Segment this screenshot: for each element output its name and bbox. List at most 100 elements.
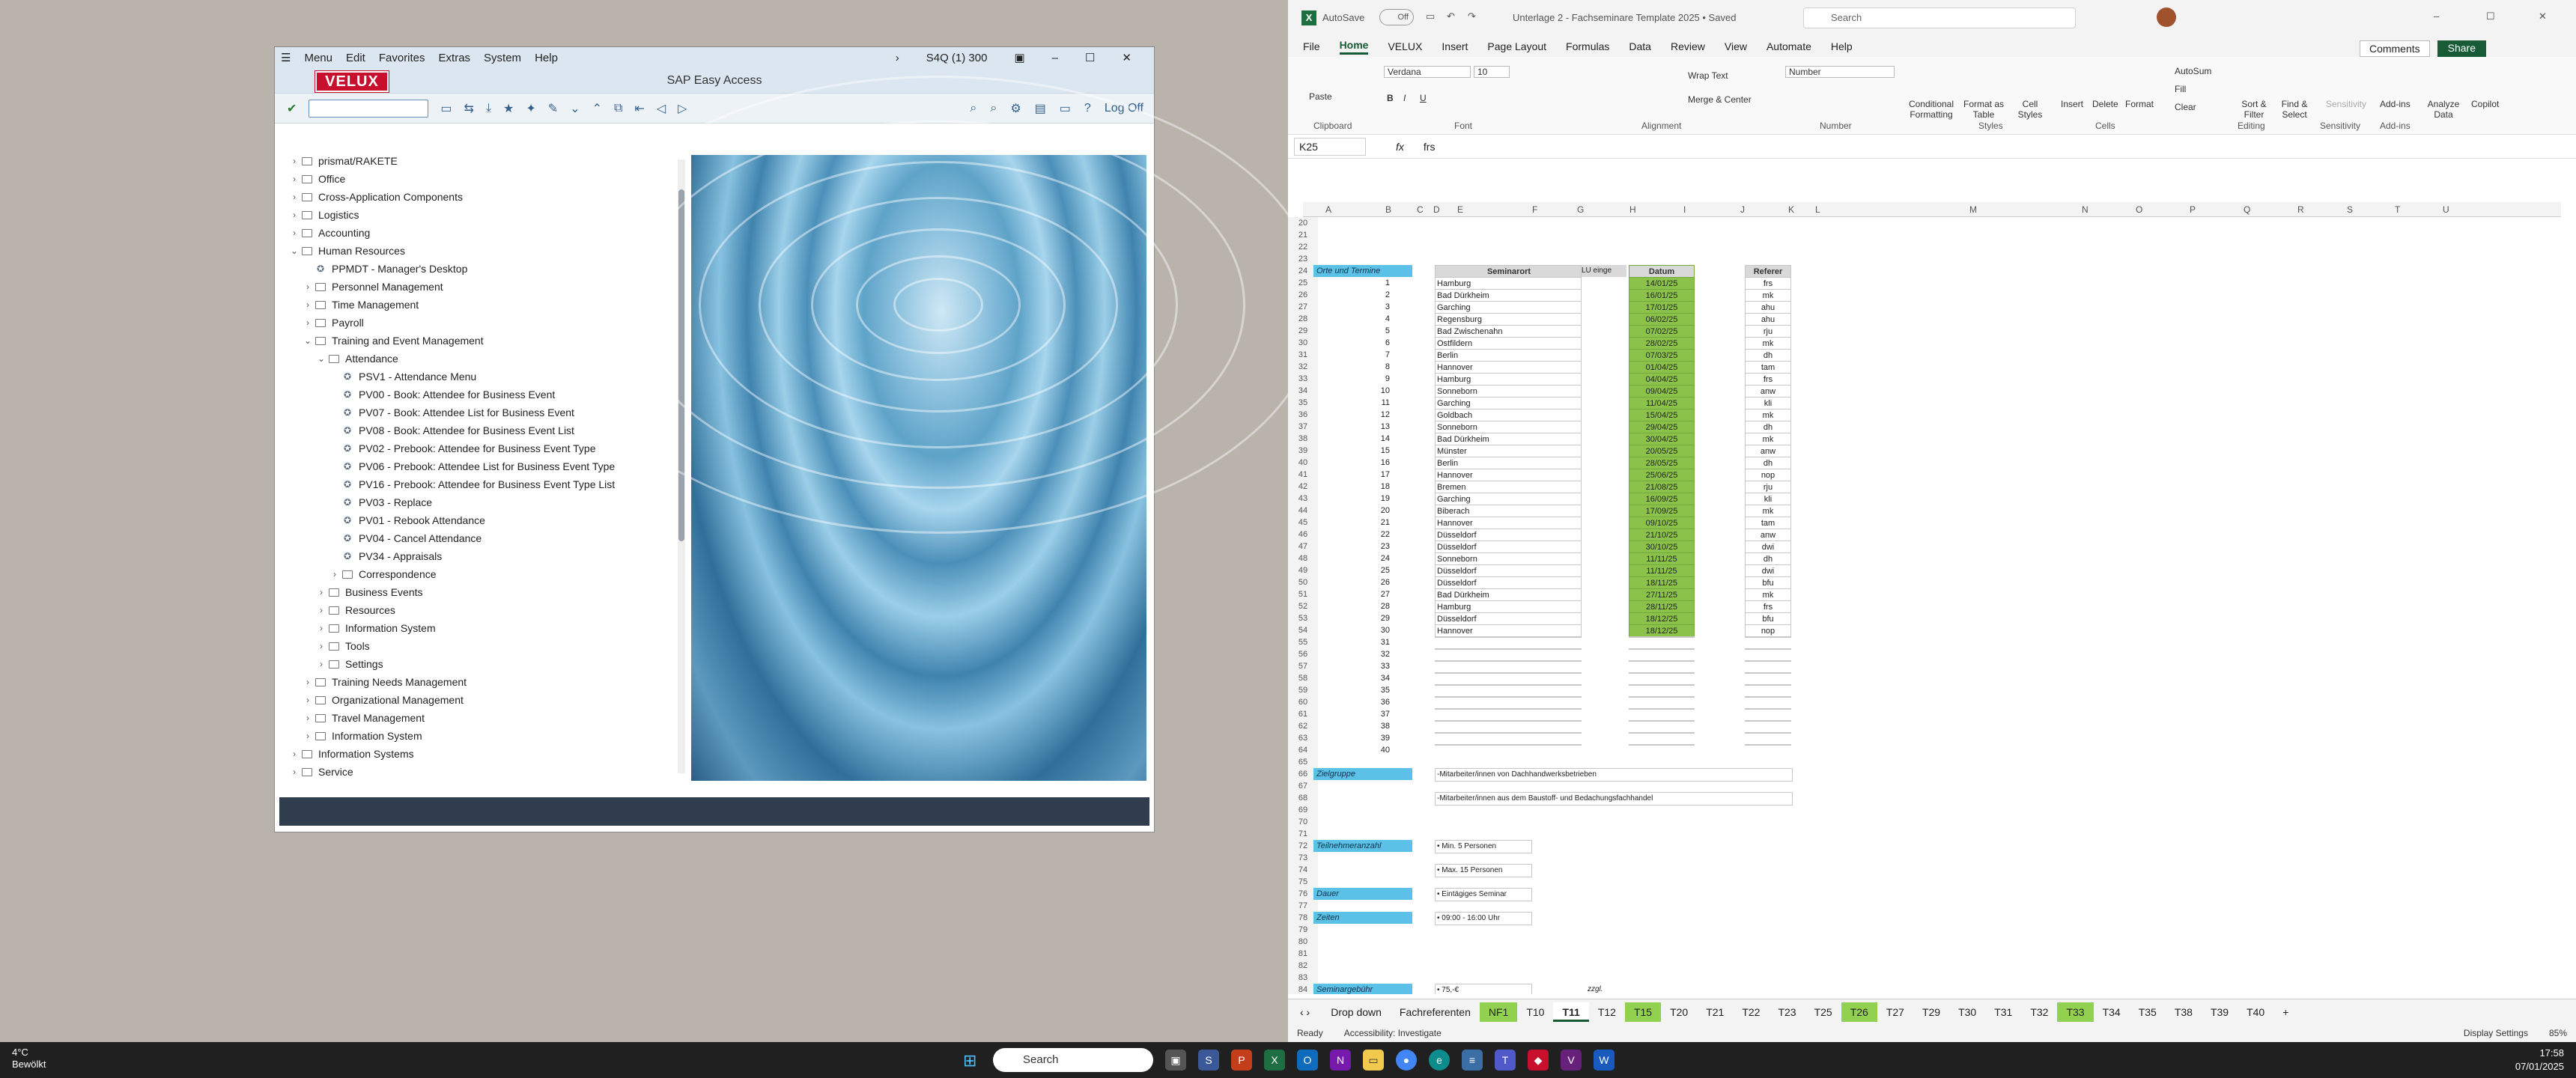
save-icon[interactable]: ▭ bbox=[1426, 10, 1435, 22]
sheet-tab[interactable]: T38 bbox=[2166, 1002, 2202, 1022]
row-number[interactable]: 83 bbox=[1288, 972, 1318, 984]
seminar-number[interactable]: 25 bbox=[1363, 564, 1390, 576]
row-number[interactable]: 21 bbox=[1288, 229, 1318, 241]
row-number[interactable]: 37 bbox=[1288, 421, 1318, 433]
menu-help[interactable]: Help bbox=[535, 52, 558, 64]
expand-arrow-icon[interactable]: › bbox=[288, 767, 300, 777]
row-number[interactable]: 29 bbox=[1288, 325, 1318, 337]
section-label[interactable]: Zielgruppe bbox=[1313, 768, 1412, 780]
expand-arrow-icon[interactable]: › bbox=[302, 713, 314, 723]
row-number[interactable]: 28 bbox=[1288, 313, 1318, 325]
text-cell[interactable]: • 75,-€ bbox=[1435, 984, 1532, 994]
referent-cell[interactable] bbox=[1745, 732, 1791, 734]
row-number[interactable]: 55 bbox=[1288, 636, 1318, 648]
document-title[interactable]: Unterlage 2 - Fachseminare Template 2025… bbox=[1513, 12, 1736, 23]
sheet-tab[interactable]: T40 bbox=[2238, 1002, 2273, 1022]
tree-node[interactable]: ✪ PV16 - Prebook: Attendee for Business E… bbox=[275, 475, 685, 493]
sheet-nav-icon[interactable]: ‹ › bbox=[1288, 1006, 1322, 1018]
expand-arrow-icon[interactable]: ⌄ bbox=[288, 246, 300, 256]
formula-input[interactable]: frs bbox=[1424, 141, 1436, 153]
minimize-icon[interactable]: – bbox=[1052, 52, 1058, 64]
seminar-number[interactable]: 13 bbox=[1363, 421, 1390, 433]
tree-node[interactable]: › Service bbox=[275, 763, 685, 781]
chevron-right-icon[interactable]: › bbox=[896, 52, 899, 64]
datum-cell[interactable] bbox=[1629, 672, 1695, 674]
back-icon[interactable]: ⇆ bbox=[464, 101, 474, 116]
visual-studio-icon[interactable]: V bbox=[1561, 1050, 1582, 1071]
row-number[interactable]: 51 bbox=[1288, 588, 1318, 600]
hamburger-icon[interactable]: ☰ bbox=[281, 51, 291, 64]
tree-node[interactable]: ✪ PV34 - Appraisals bbox=[275, 547, 685, 565]
seminar-number[interactable]: 3 bbox=[1363, 301, 1390, 313]
seminarort-cell[interactable] bbox=[1435, 648, 1582, 650]
row-number[interactable]: 52 bbox=[1288, 600, 1318, 612]
start-icon[interactable]: ⊞ bbox=[963, 1051, 976, 1071]
referent-cell[interactable] bbox=[1745, 660, 1791, 662]
chrome-icon[interactable]: ● bbox=[1396, 1050, 1417, 1071]
sheet-tab[interactable]: T11 bbox=[1553, 1002, 1589, 1022]
expand-arrow-icon[interactable]: › bbox=[302, 299, 314, 310]
sap-logon-icon[interactable]: S bbox=[1198, 1050, 1219, 1071]
maximize-icon[interactable]: ☐ bbox=[1085, 51, 1095, 64]
expand-arrow-icon[interactable]: › bbox=[302, 695, 314, 705]
row-number[interactable]: 35 bbox=[1288, 397, 1318, 409]
seminar-number[interactable]: 18 bbox=[1363, 481, 1390, 493]
seminar-number[interactable]: 35 bbox=[1363, 684, 1390, 696]
text-cell[interactable]: • Max. 15 Personen bbox=[1435, 864, 1532, 877]
column-header[interactable]: E bbox=[1457, 204, 1463, 215]
seminar-number[interactable]: 29 bbox=[1363, 612, 1390, 624]
undo-icon[interactable]: ↶ bbox=[1447, 10, 1455, 22]
datum-cell[interactable] bbox=[1629, 696, 1695, 698]
row-number[interactable]: 68 bbox=[1288, 792, 1318, 804]
paste-button[interactable]: Paste bbox=[1309, 91, 1332, 102]
accessibility-status[interactable]: Accessibility: Investigate bbox=[1344, 1028, 1442, 1038]
column-header[interactable]: P bbox=[2190, 204, 2196, 215]
text-cell[interactable]: • Min. 5 Personen bbox=[1435, 840, 1532, 853]
sheet-tab[interactable]: T27 bbox=[1877, 1002, 1913, 1022]
tree-node[interactable]: › Travel Management bbox=[275, 709, 685, 727]
seminar-number[interactable]: 17 bbox=[1363, 469, 1390, 481]
column-header[interactable]: T bbox=[2395, 204, 2400, 215]
clear-button[interactable]: Clear bbox=[2175, 102, 2196, 112]
row-number[interactable]: 23 bbox=[1288, 253, 1318, 265]
number-format-select[interactable]: Number bbox=[1785, 66, 1895, 78]
export-icon[interactable]: ⧉ bbox=[614, 102, 622, 115]
tree-node[interactable]: ✪ PV06 - Prebook: Attendee List for Busin… bbox=[275, 457, 685, 475]
referent-cell[interactable] bbox=[1745, 708, 1791, 710]
row-number[interactable]: 25 bbox=[1288, 277, 1318, 289]
row-number[interactable]: 71 bbox=[1288, 828, 1318, 840]
row-number[interactable]: 57 bbox=[1288, 660, 1318, 672]
seminar-number[interactable]: 1 bbox=[1363, 277, 1390, 289]
expand-arrow-icon[interactable]: › bbox=[302, 281, 314, 292]
seminar-number[interactable]: 36 bbox=[1363, 696, 1390, 708]
row-number[interactable]: 30 bbox=[1288, 337, 1318, 349]
sheet-tab[interactable]: T12 bbox=[1589, 1002, 1625, 1022]
onenote-icon[interactable]: N bbox=[1330, 1050, 1351, 1071]
expand-arrow-icon[interactable]: › bbox=[302, 731, 314, 741]
row-number[interactable]: 81 bbox=[1288, 948, 1318, 960]
row-number[interactable]: 79 bbox=[1288, 924, 1318, 936]
sheet-tab[interactable]: T33 bbox=[2057, 1002, 2094, 1022]
tree-node[interactable]: ✪ PV01 - Rebook Attendance bbox=[275, 511, 685, 529]
download-icon[interactable]: ⤓ bbox=[486, 102, 491, 115]
expand-arrow-icon[interactable]: › bbox=[288, 156, 300, 166]
row-number[interactable]: 63 bbox=[1288, 732, 1318, 744]
row-number[interactable]: 58 bbox=[1288, 672, 1318, 684]
seminar-number[interactable]: 31 bbox=[1363, 636, 1390, 648]
row-number[interactable]: 60 bbox=[1288, 696, 1318, 708]
tree-node[interactable]: › Tools bbox=[275, 637, 685, 655]
column-header[interactable]: C bbox=[1417, 204, 1424, 215]
row-number[interactable]: 38 bbox=[1288, 433, 1318, 445]
sheet-tab[interactable]: T23 bbox=[1769, 1002, 1805, 1022]
star-icon[interactable]: ★ bbox=[503, 101, 514, 116]
powerpoint-icon[interactable]: P bbox=[1231, 1050, 1252, 1071]
merge-center-button[interactable]: Merge & Center bbox=[1688, 94, 1752, 105]
referent-cell[interactable] bbox=[1745, 696, 1791, 698]
chevron-up-icon[interactable]: ⌃ bbox=[592, 101, 602, 116]
underline-button[interactable]: U bbox=[1420, 93, 1427, 103]
search-input[interactable]: Search bbox=[1803, 7, 2076, 28]
seminar-number[interactable]: 20 bbox=[1363, 505, 1390, 517]
seminar-number[interactable]: 4 bbox=[1363, 313, 1390, 325]
datum-cell[interactable] bbox=[1629, 708, 1695, 710]
worksheet-grid[interactable]: 20 21 22 23 24 Orte und Termine Seminarort LU e… bbox=[1288, 217, 2561, 994]
